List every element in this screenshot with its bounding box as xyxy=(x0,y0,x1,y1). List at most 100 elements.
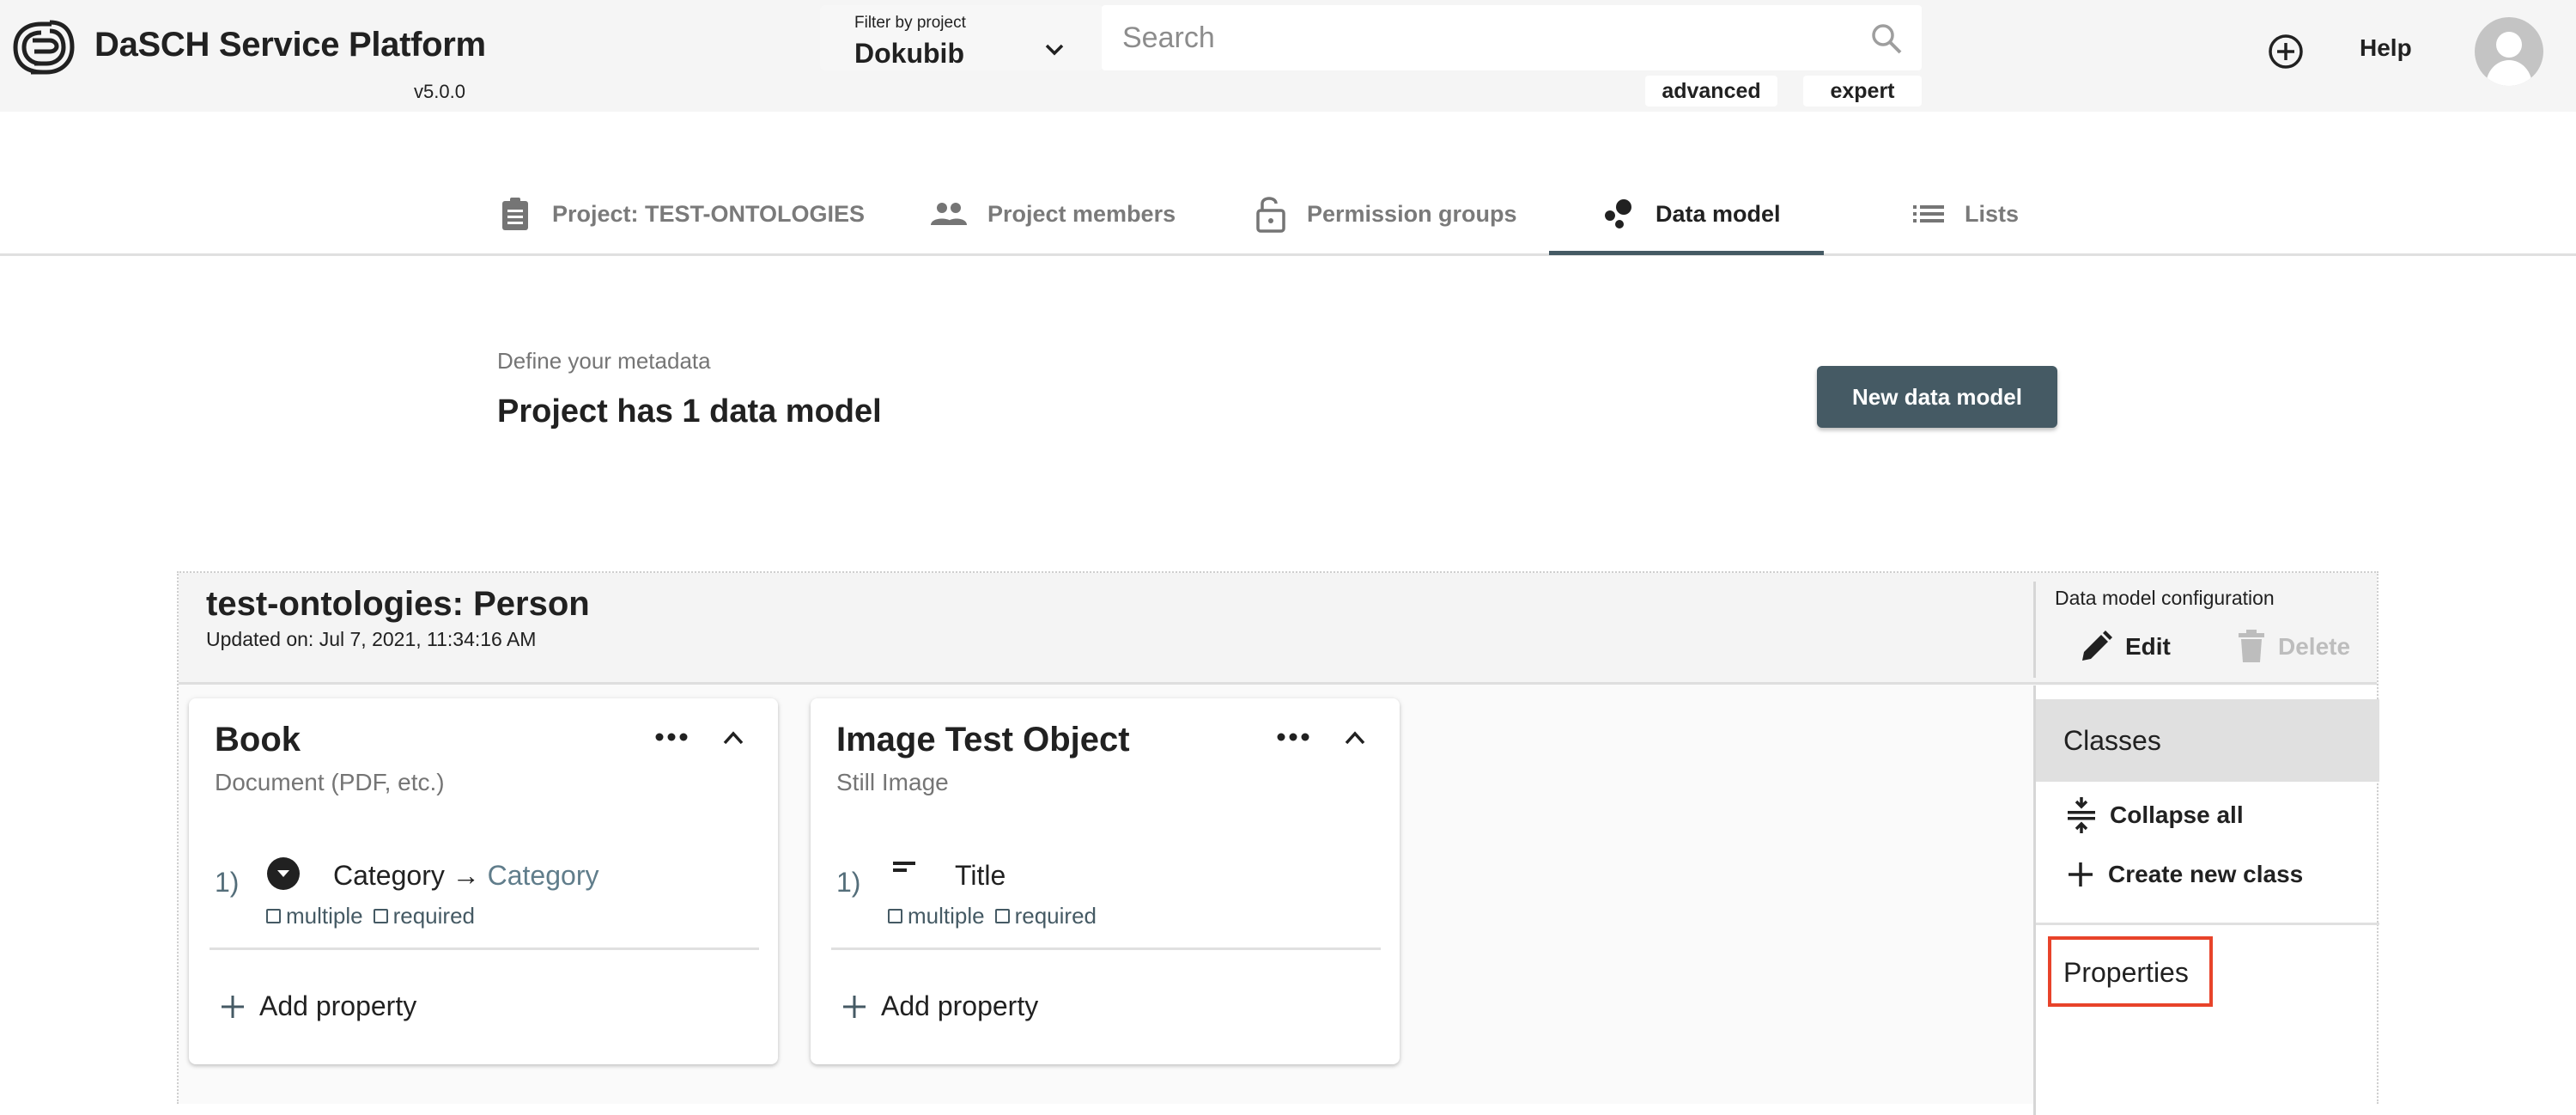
pencil-icon xyxy=(2082,631,2112,661)
list-dropdown-icon xyxy=(267,857,300,890)
plus-icon xyxy=(222,995,244,1018)
tab-label: Project members xyxy=(987,200,1176,227)
tab-lists[interactable]: Lists xyxy=(1911,189,2019,239)
property-index: 1) xyxy=(215,867,240,898)
required-flag[interactable]: required xyxy=(994,903,1097,929)
checkbox-icon xyxy=(888,909,902,923)
create-class-label: Create new class xyxy=(2108,861,2304,887)
config-label: Data model configuration xyxy=(2055,587,2275,609)
more-horiz-icon[interactable] xyxy=(653,724,690,750)
trash-icon xyxy=(2239,630,2264,662)
ontology-header: test-ontologies: Person Updated on: Jul … xyxy=(179,573,2377,685)
sidebar-divider xyxy=(2036,923,2379,925)
new-data-model-button[interactable]: New data model xyxy=(1817,366,2057,428)
plus-icon xyxy=(2069,862,2093,887)
page-title: Project has 1 data model xyxy=(497,393,882,430)
property-cardinality: multiple required xyxy=(266,903,485,929)
tab-label: Permission groups xyxy=(1307,200,1517,227)
required-label: required xyxy=(392,903,475,929)
tab-project[interactable]: Project: TEST-ONTOLOGIES xyxy=(497,189,865,239)
checkbox-icon xyxy=(994,909,1010,923)
tab-label: Lists xyxy=(1965,200,2020,227)
class-title: Image Test Object xyxy=(836,721,1130,759)
add-circle-icon[interactable] xyxy=(2267,33,2305,70)
search-icon[interactable] xyxy=(1870,22,1903,55)
edit-data-model-button[interactable]: Edit xyxy=(2079,630,2171,664)
property-target-class[interactable]: Category xyxy=(488,860,599,891)
tab-project-members[interactable]: Project members xyxy=(929,189,1176,239)
card-divider xyxy=(831,947,1381,950)
arrow-right-icon: → xyxy=(452,860,480,891)
collapse-all-label: Collapse all xyxy=(2110,801,2244,828)
property-cardinality: multiple required xyxy=(888,903,1107,929)
add-property-label: Add property xyxy=(881,990,1039,1021)
edit-label: Edit xyxy=(2125,633,2171,660)
add-property-button[interactable]: Add property xyxy=(841,990,1038,1022)
more-horiz-icon[interactable] xyxy=(1274,724,1312,750)
delete-data-model-button[interactable]: Delete xyxy=(2237,630,2350,664)
project-filter-value: Dokubib xyxy=(854,38,964,69)
tab-label: Project: TEST-ONTOLOGIES xyxy=(552,200,866,227)
people-icon xyxy=(931,203,967,225)
search-box xyxy=(1102,5,1922,70)
help-link[interactable]: Help xyxy=(2360,34,2412,62)
class-subtitle: Document (PDF, etc.) xyxy=(215,769,445,795)
class-title: Book xyxy=(215,721,301,759)
chevron-up-icon[interactable] xyxy=(1340,722,1370,753)
checkbox-icon xyxy=(373,909,388,923)
property-index: 1) xyxy=(836,867,861,898)
project-tabs: Project: TEST-ONTOLOGIES Project members… xyxy=(0,172,2576,256)
ontology-updated-date: Updated on: Jul 7, 2021, 11:34:16 AM xyxy=(206,628,537,650)
create-new-class-button[interactable]: Create new class xyxy=(2067,861,2303,888)
add-property-label: Add property xyxy=(259,990,417,1021)
project-filter-select[interactable]: Filter by project Dokubib xyxy=(820,5,1103,70)
ontology-title: test-ontologies: Person xyxy=(206,585,590,623)
chevron-up-icon[interactable] xyxy=(718,722,749,753)
data-model-configuration: Data model configuration Edit Delete xyxy=(2033,582,2377,678)
delete-label: Delete xyxy=(2278,633,2351,660)
card-divider xyxy=(210,947,759,950)
advanced-search-button[interactable]: advanced xyxy=(1645,76,1777,107)
classes-tab[interactable]: Classes xyxy=(2036,699,2379,782)
tab-label: Data model xyxy=(1656,200,1781,227)
ontology-panel: test-ontologies: Person Updated on: Jul … xyxy=(177,571,2379,1115)
app-title: DaSCH Service Platform xyxy=(94,26,486,64)
checkbox-icon xyxy=(266,909,281,923)
multiple-label: multiple xyxy=(286,903,363,929)
lock-open-icon xyxy=(1256,197,1285,233)
search-input[interactable] xyxy=(1122,17,1852,58)
required-flag[interactable]: required xyxy=(373,903,475,929)
app-version: v5.0.0 xyxy=(414,81,465,102)
chevron-down-icon xyxy=(1045,44,1064,56)
collapse-all-button[interactable]: Collapse all xyxy=(2067,797,2244,833)
plus-icon xyxy=(843,995,866,1018)
dasch-logo-icon[interactable] xyxy=(12,19,76,76)
multiple-flag[interactable]: multiple xyxy=(888,903,985,929)
intro-label: Define your metadata xyxy=(497,348,711,374)
add-property-button[interactable]: Add property xyxy=(220,990,416,1022)
project-filter-label: Filter by project xyxy=(854,14,966,32)
class-subtitle: Still Image xyxy=(836,769,949,795)
user-avatar-icon[interactable] xyxy=(2475,17,2543,86)
multiple-label: multiple xyxy=(908,903,985,929)
unfold-less-icon xyxy=(2068,797,2095,833)
clipboard-icon xyxy=(502,198,528,230)
bubble-chart-icon xyxy=(1605,199,1631,228)
properties-tab[interactable]: Properties xyxy=(2048,936,2213,1007)
app-header: DaSCH Service Platform v5.0.0 Filter by … xyxy=(0,0,2576,112)
tab-data-model[interactable]: Data model xyxy=(1602,189,1781,239)
property-name[interactable]: Category → Category xyxy=(333,860,598,892)
short-text-icon xyxy=(893,862,915,872)
class-card-image-test-object: Image Test Object Still Image 1) Title m… xyxy=(811,698,1400,1064)
expert-search-button[interactable]: expert xyxy=(1803,76,1922,107)
property-name[interactable]: Title xyxy=(955,860,1005,892)
active-tab-indicator xyxy=(1549,251,1824,255)
property-label: Title xyxy=(955,860,1006,891)
multiple-flag[interactable]: multiple xyxy=(266,903,363,929)
class-card-book: Book Document (PDF, etc.) 1) Category → … xyxy=(189,698,778,1064)
ontology-sidebar: Classes Collapse all Create new class Pr… xyxy=(2033,685,2379,1115)
property-label: Category xyxy=(333,860,445,891)
required-label: required xyxy=(1014,903,1097,929)
list-icon xyxy=(1913,205,1944,222)
tab-permission-groups[interactable]: Permission groups xyxy=(1254,189,1517,239)
